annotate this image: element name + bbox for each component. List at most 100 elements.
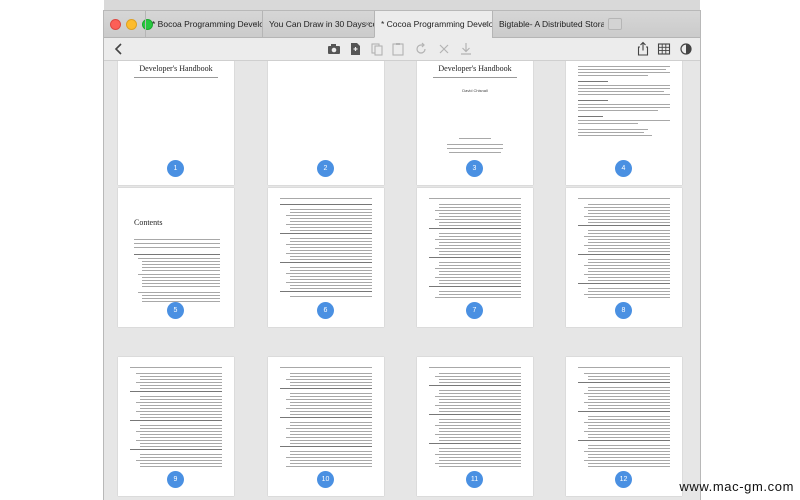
copy-icon[interactable] xyxy=(368,40,386,58)
camera-icon[interactable] xyxy=(325,40,343,58)
toc-entry-line xyxy=(439,399,521,400)
toc-entry-line xyxy=(435,210,521,211)
page-author: David Chisnall xyxy=(462,88,488,93)
toc-entry-line xyxy=(439,233,521,234)
tab-cocoa-programming[interactable]: * Cocoa Programming Developer's × xyxy=(374,11,492,38)
toc-entry-line xyxy=(140,396,222,397)
toc-entry-line xyxy=(136,382,222,383)
toc-entry-line xyxy=(140,466,222,467)
toc-entry-line xyxy=(588,454,670,455)
toc-chapter-line xyxy=(429,286,521,287)
page-thumbnail-10[interactable]: 10 xyxy=(268,357,384,496)
toc-entry-line xyxy=(286,215,372,216)
download-icon[interactable] xyxy=(457,40,475,58)
toggle-icon[interactable] xyxy=(677,40,695,58)
toc-entry-line xyxy=(290,279,372,280)
publisher-line xyxy=(449,152,501,153)
toc-entry-line xyxy=(439,283,521,284)
page-thumbnail-5[interactable]: Contents 5 xyxy=(118,188,234,327)
toc-chapter-line xyxy=(578,382,670,383)
toc-entry-line xyxy=(584,402,670,403)
toc-entry-line xyxy=(439,431,521,432)
page-number-badge: 6 xyxy=(317,302,334,319)
page-thumbnail-2[interactable]: 2 xyxy=(268,61,384,185)
toc-entry-line xyxy=(439,294,521,295)
page-thumbnail-12[interactable]: 12 xyxy=(566,357,682,496)
toc-entry-line xyxy=(290,414,372,415)
toc-entry-line xyxy=(140,463,222,464)
toc-entry-line xyxy=(140,446,222,447)
toc-chapter-line xyxy=(429,443,521,444)
toc-entry-line xyxy=(584,274,670,275)
toc-entry-line xyxy=(286,408,372,409)
contents-heading: Contents xyxy=(134,218,163,227)
toc-chapter-line xyxy=(280,388,372,389)
document-icon[interactable] xyxy=(346,40,364,58)
toc-entry-line xyxy=(588,445,670,446)
toc-entry-line xyxy=(584,207,670,208)
share-icon[interactable] xyxy=(634,40,652,58)
tab-you-can-draw[interactable]: You Can Draw in 30 Days copy × xyxy=(262,11,374,37)
toc-entry-line xyxy=(588,268,670,269)
toc-chapter-line xyxy=(429,414,521,415)
toc-entry-line xyxy=(140,385,222,386)
toc-chapter-line xyxy=(429,228,521,229)
tab-close-icon[interactable]: × xyxy=(365,11,370,37)
page-number-badge: 9 xyxy=(167,471,184,488)
toc-chapter-line xyxy=(578,225,670,226)
page-title: Developer's Handbook xyxy=(438,64,512,73)
toc-entry-line xyxy=(290,230,372,231)
page-thumbnail-4[interactable]: 4 xyxy=(566,61,682,185)
toc-entry-line xyxy=(439,451,521,452)
page-thumbnail-7[interactable]: 7 xyxy=(417,188,533,327)
toc-entry-line xyxy=(439,419,521,420)
toc-entry-line xyxy=(588,242,670,243)
toc-entry-line xyxy=(439,245,521,246)
page-thumbnail-9[interactable]: 9 xyxy=(118,357,234,496)
new-tab-button[interactable] xyxy=(608,18,622,30)
toc-entry-line xyxy=(588,204,670,205)
rotate-icon[interactable] xyxy=(412,40,430,58)
toc-entry-line xyxy=(140,379,222,380)
toc-entry-line xyxy=(290,247,372,248)
toc-entry-line xyxy=(584,373,670,374)
tab-bocoa-programming[interactable]: * Bocoa Programming Developer's × xyxy=(145,11,262,37)
toc-entry-line xyxy=(588,210,670,211)
toc-entry-line xyxy=(140,376,222,377)
delete-icon[interactable] xyxy=(435,40,453,58)
page-thumbnail-8[interactable]: 8 xyxy=(566,188,682,327)
grid-view-icon[interactable] xyxy=(655,40,673,58)
toc-entry-line xyxy=(140,417,222,418)
toc-entry-line xyxy=(439,402,521,403)
page-thumbnail-11[interactable]: 11 xyxy=(417,357,533,496)
running-header-line xyxy=(578,367,670,368)
back-chevron-icon[interactable] xyxy=(110,40,128,58)
close-window-button[interactable] xyxy=(110,19,121,30)
page-thumbnail-6[interactable]: 6 xyxy=(268,188,384,327)
toc-entry-line xyxy=(140,425,222,426)
toc-chapter-line xyxy=(280,446,372,447)
page-thumbnail-1[interactable]: Developer's Handbook 1 xyxy=(118,61,234,185)
toc-entry-line xyxy=(290,460,372,461)
toc-entry-line xyxy=(588,248,670,249)
toc-entry-line xyxy=(435,219,521,220)
page-thumbnail-3[interactable]: Developer's Handbook David Chisnall 3 xyxy=(417,61,533,185)
toc-entry-line xyxy=(435,277,521,278)
toc-entry-line xyxy=(140,408,222,409)
toc-chapter-line xyxy=(130,420,222,421)
paste-icon[interactable] xyxy=(389,40,407,58)
toc-entry-line xyxy=(588,297,670,298)
toc-entry-line xyxy=(435,297,521,298)
tab-bar: * Bocoa Programming Developer's × You Ca… xyxy=(104,11,700,38)
toc-entry-line xyxy=(584,294,670,295)
desktop-background-left xyxy=(0,0,104,500)
toc-entry-line xyxy=(290,451,372,452)
tab-close-icon[interactable]: × xyxy=(483,11,488,37)
toc-entry-line xyxy=(290,259,372,260)
toc-entry-line xyxy=(588,259,670,260)
toc-chapter-line xyxy=(280,417,372,418)
page-number-badge: 1 xyxy=(167,160,184,177)
tab-close-icon[interactable]: × xyxy=(253,11,258,37)
minimize-window-button[interactable] xyxy=(126,19,137,30)
tab-bigtable[interactable]: Bigtable- A Distributed Storage xyxy=(492,11,604,37)
